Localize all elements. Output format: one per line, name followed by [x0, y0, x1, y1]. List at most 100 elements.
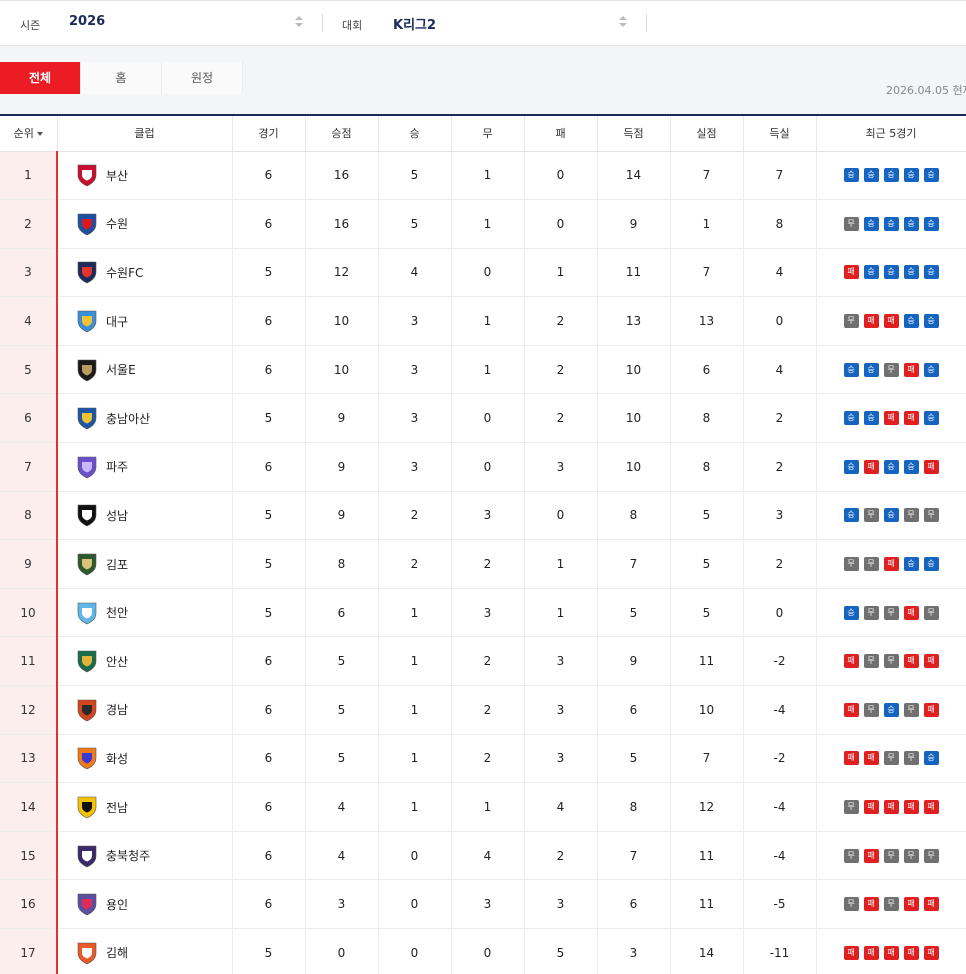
- stat-points: 9: [305, 442, 379, 492]
- table-row[interactable]: 4 대구 6 10 3 1 2 13 13 0 무 패 패 승 승: [0, 296, 966, 346]
- form-badge: 무: [903, 848, 919, 863]
- form-badge: 패: [903, 897, 919, 912]
- season-select[interactable]: 2026: [69, 14, 105, 29]
- club-name[interactable]: 충북청주: [106, 847, 150, 864]
- club-cell[interactable]: 김해: [57, 928, 233, 974]
- table-row[interactable]: 6 충남아산 5 9 3 0 2 10 8 2 승 승 패 패 승: [0, 393, 966, 444]
- club-cell[interactable]: 경남: [57, 685, 233, 735]
- club-name[interactable]: 부산: [106, 167, 128, 184]
- table-row[interactable]: 5 서울E 6 10 3 1 2 10 6 4 승 승 무 패 승: [0, 345, 966, 395]
- club-cell[interactable]: 김포: [57, 539, 233, 589]
- club-cell[interactable]: 천안: [57, 588, 233, 638]
- club-cell[interactable]: 부산: [57, 151, 233, 201]
- club-name[interactable]: 김포: [106, 556, 128, 573]
- cheonan-crest-icon: [77, 602, 97, 624]
- stat-gd: 8: [743, 199, 817, 249]
- form-badge: 승: [883, 216, 899, 231]
- stat-drawn: 4: [451, 831, 525, 881]
- table-row[interactable]: 13 화성 6 5 1 2 3 5 7 -2 패 패 무 무 승: [0, 734, 966, 784]
- form-badge: 패: [883, 945, 899, 960]
- club-cell[interactable]: 전남: [57, 782, 233, 832]
- form-badge: 승: [863, 168, 879, 183]
- form-badge: 패: [883, 411, 899, 426]
- club-cell[interactable]: 화성: [57, 734, 233, 784]
- club-name[interactable]: 김해: [106, 944, 128, 961]
- form-badge: 승: [923, 314, 939, 329]
- header-rank[interactable]: 순위: [0, 114, 58, 152]
- tab-all[interactable]: 전체: [0, 62, 81, 94]
- table-row[interactable]: 8 성남 5 9 2 3 0 8 5 3 승 무 승 무 무: [0, 491, 966, 541]
- stat-points: 5: [305, 734, 379, 784]
- club-name[interactable]: 전남: [106, 799, 128, 816]
- table-row[interactable]: 11 안산 6 5 1 2 3 9 11 -2 패 무 무 패 패: [0, 636, 966, 687]
- table-row[interactable]: 1 부산 6 16 5 1 0 14 7 7 승 승 승 승 승: [0, 151, 966, 201]
- club-name[interactable]: 파주: [106, 458, 128, 475]
- rank-cell: 8: [0, 491, 58, 541]
- club-cell[interactable]: 충남아산: [57, 393, 233, 444]
- club-name[interactable]: 충남아산: [106, 410, 150, 427]
- stat-gd: -4: [743, 685, 817, 735]
- table-row[interactable]: 14 전남 6 4 1 1 4 8 12 -4 무 패 패 패 패: [0, 782, 966, 832]
- tab-home[interactable]: 홈: [81, 62, 162, 94]
- recent-form-cell: 승승패패승: [816, 393, 966, 444]
- form-badge: 무: [883, 751, 899, 766]
- rank-cell: 5: [0, 345, 58, 395]
- club-name[interactable]: 안산: [106, 653, 128, 670]
- table-row[interactable]: 12 경남 6 5 1 2 3 6 10 -4 패 무 승 무 패: [0, 685, 966, 735]
- stat-lost: 5: [524, 928, 598, 974]
- club-cell[interactable]: 대구: [57, 296, 233, 346]
- stat-gf: 10: [597, 345, 671, 395]
- form-badge: 무: [843, 216, 859, 231]
- stat-won: 5: [378, 151, 452, 201]
- club-cell[interactable]: 서울E: [57, 345, 233, 395]
- club-cell[interactable]: 파주: [57, 442, 233, 492]
- club-name[interactable]: 성남: [106, 507, 128, 524]
- form-badge: 승: [923, 411, 939, 426]
- filter-bar: 시즌 2026 대회 K리그2: [0, 0, 966, 46]
- header-played: 경기: [232, 114, 306, 152]
- club-cell[interactable]: 용인: [57, 879, 233, 929]
- table-row[interactable]: 7 파주 6 9 3 0 3 10 8 2 승 패 승 승 패: [0, 442, 966, 492]
- form-badge: 패: [863, 945, 879, 960]
- rank-cell: 11: [0, 636, 58, 687]
- stat-lost: 3: [524, 442, 598, 492]
- club-name[interactable]: 용인: [106, 896, 128, 913]
- stat-lost: 2: [524, 831, 598, 881]
- club-name[interactable]: 서울E: [106, 361, 136, 378]
- competition-select[interactable]: K리그2: [393, 14, 436, 33]
- stat-gf: 10: [597, 442, 671, 492]
- club-name[interactable]: 대구: [106, 313, 128, 330]
- stat-gd: 0: [743, 588, 817, 638]
- competition-select-arrows-icon[interactable]: [619, 14, 627, 30]
- club-cell[interactable]: 수원FC: [57, 248, 233, 298]
- club-cell[interactable]: 안산: [57, 636, 233, 687]
- season-select-arrows-icon[interactable]: [295, 14, 303, 30]
- stat-ga: 5: [670, 539, 744, 589]
- table-row[interactable]: 17 김해 5 0 0 0 5 3 14 -11 패 패 패 패 패: [0, 928, 966, 974]
- table-row[interactable]: 15 충북청주 6 4 0 4 2 7 11 -4 무 패 무 무 무: [0, 831, 966, 881]
- club-name[interactable]: 천안: [106, 604, 128, 621]
- club-name[interactable]: 화성: [106, 750, 128, 767]
- recent-form-cell: 무패무패패: [816, 879, 966, 929]
- form-badge: 패: [863, 459, 879, 474]
- stat-played: 6: [232, 151, 306, 201]
- table-row[interactable]: 9 김포 5 8 2 2 1 7 5 2 무 무 패 승 승: [0, 539, 966, 589]
- stat-ga: 14: [670, 928, 744, 974]
- rank-cell: 6: [0, 393, 58, 444]
- club-cell[interactable]: 수원: [57, 199, 233, 249]
- form-badge: 승: [863, 216, 879, 231]
- form-badge: 패: [843, 265, 859, 280]
- table-row[interactable]: 2 수원 6 16 5 1 0 9 1 8 무 승 승 승 승: [0, 199, 966, 249]
- table-row[interactable]: 3 수원FC 5 12 4 0 1 11 7 4 패 승 승 승 승: [0, 248, 966, 298]
- table-row[interactable]: 16 용인 6 3 0 3 3 6 11 -5 무 패 무 패 패: [0, 879, 966, 929]
- club-cell[interactable]: 충북청주: [57, 831, 233, 881]
- stat-ga: 5: [670, 588, 744, 638]
- table-row[interactable]: 10 천안 5 6 1 3 1 5 5 0 승 무 무 패 무: [0, 588, 966, 638]
- tab-away[interactable]: 원정: [162, 62, 243, 94]
- stat-ga: 7: [670, 734, 744, 784]
- club-name[interactable]: 수원: [106, 215, 128, 232]
- club-name[interactable]: 수원FC: [106, 264, 143, 281]
- season-label: 시즌: [20, 19, 41, 32]
- club-cell[interactable]: 성남: [57, 491, 233, 541]
- club-name[interactable]: 경남: [106, 701, 128, 718]
